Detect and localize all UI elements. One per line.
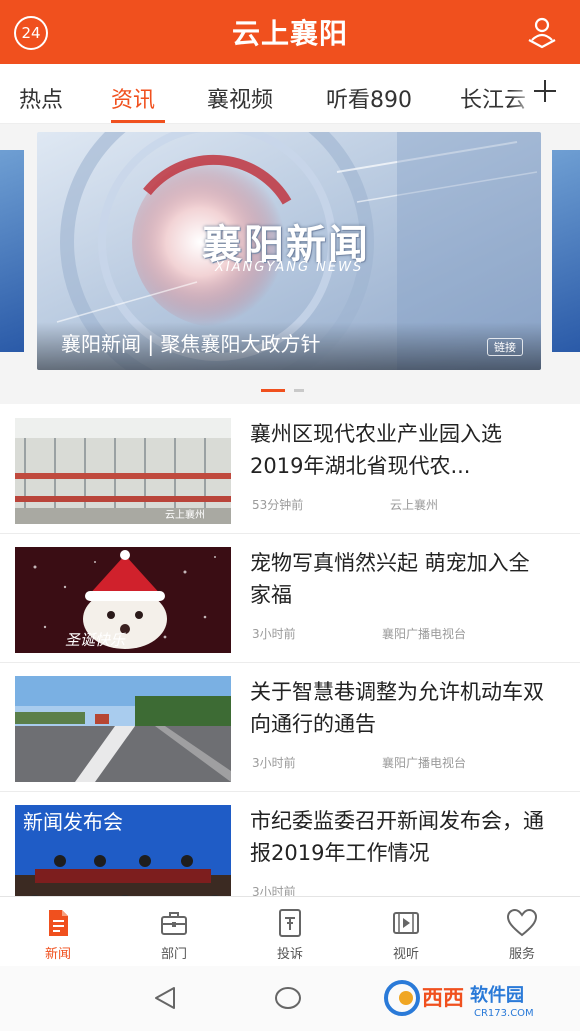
news-doc-icon (49, 910, 68, 936)
user-icon[interactable] (524, 14, 560, 50)
watermark-site-url: CR173.COM (474, 1008, 534, 1019)
app-header: 24 云上襄阳 (0, 0, 580, 64)
news-item[interactable]: 云上襄州 襄州区现代农业产业园入选2019年湖北省现代农... 53分钟前 云上… (0, 406, 580, 534)
thumb-headline: 新闻发布会 (23, 810, 123, 834)
site-watermark-logo: 西西 软件园 CR173.COM (384, 980, 534, 1019)
news-title: 襄州区现代农业产业园入选2019年湖北省现代农... (250, 422, 502, 478)
home-icon[interactable] (274, 985, 302, 1011)
news-title: 市纪委监委召开新闻发布会，通报2019年工作情况 (250, 809, 544, 865)
nav-label: 新闻 (44, 947, 71, 962)
tab-video[interactable]: 襄视频 (207, 82, 273, 114)
briefcase-icon (161, 912, 187, 935)
nav-video[interactable]: 视听 (348, 897, 464, 967)
carousel-dot-active (261, 389, 285, 392)
news-title: 宠物写真悄然兴起 萌宠加入全家福 (250, 551, 530, 607)
news-time: 3小时前 (252, 756, 296, 770)
nav-label: 视听 (392, 947, 419, 962)
tab-news[interactable]: 资讯 (111, 82, 155, 114)
news-thumbnail: 圣诞快乐 (15, 547, 231, 653)
news-time: 3小时前 (252, 627, 296, 641)
news-item[interactable]: 关于智慧巷调整为允许机动车双向通行的通告 3小时前 襄阳广播电视台 (0, 664, 580, 792)
active-tab-indicator (111, 120, 165, 123)
news-time: 53分钟前 (252, 498, 304, 512)
banner-link-tag: 链接 (487, 338, 523, 356)
plus-icon[interactable] (532, 78, 558, 104)
next-slide[interactable] (552, 150, 580, 352)
watermark-logo-text: 西西 (422, 986, 464, 1010)
news-source: 云上襄州 (390, 498, 439, 512)
nav-service[interactable]: 服务 (464, 897, 580, 967)
news-source: 襄阳广播电视台 (382, 627, 467, 641)
video-icon (393, 912, 419, 934)
banner-caption: 襄阳新闻 | 聚焦襄阳大政方针 (61, 332, 321, 356)
banner-carousel: 襄阳新闻 XIANGYANG NEWS 襄阳新闻 | 聚焦襄阳大政方针 链接 (0, 124, 580, 404)
news-thumbnail (15, 676, 231, 782)
nav-complaint[interactable]: 投诉 (232, 897, 348, 967)
nav-label: 投诉 (276, 947, 303, 962)
banner-logo-subtext: XIANGYANG NEWS (215, 260, 364, 275)
news-item[interactable]: 圣诞快乐 宠物写真悄然兴起 萌宠加入全家福 3小时前 襄阳广播电视台 (0, 535, 580, 663)
app-title: 云上襄阳 (231, 17, 348, 50)
banner-slide[interactable]: 襄阳新闻 XIANGYANG NEWS 襄阳新闻 | 聚焦襄阳大政方针 链接 (37, 132, 541, 370)
thumb-watermark: 云上襄州 (165, 508, 205, 521)
tab-hot[interactable]: 热点 (19, 82, 63, 114)
nav-news[interactable]: 新闻 (0, 897, 116, 967)
heart-icon (506, 908, 538, 937)
nav-department[interactable]: 部门 (116, 897, 232, 967)
news-source: 襄阳广播电视台 (382, 756, 467, 770)
news-thumbnail: 云上襄州 (15, 418, 231, 524)
carousel-dot (294, 389, 304, 392)
nav-label: 服务 (508, 947, 535, 962)
prev-slide[interactable] (0, 150, 24, 352)
thumb-watermark: 圣诞快乐 (65, 631, 126, 649)
back-icon[interactable] (152, 985, 178, 1011)
nav-label: 部门 (160, 947, 187, 962)
bottom-nav: 新闻 部门 投诉 视听 服务 (0, 896, 580, 966)
complaint-icon (279, 909, 301, 937)
24h-badge-icon[interactable]: 24 (14, 16, 48, 50)
news-title: 关于智慧巷调整为允许机动车双向通行的通告 (250, 680, 544, 736)
tab-listen-890[interactable]: 听看890 (326, 82, 412, 114)
watermark-site-name: 软件园 (470, 984, 524, 1006)
